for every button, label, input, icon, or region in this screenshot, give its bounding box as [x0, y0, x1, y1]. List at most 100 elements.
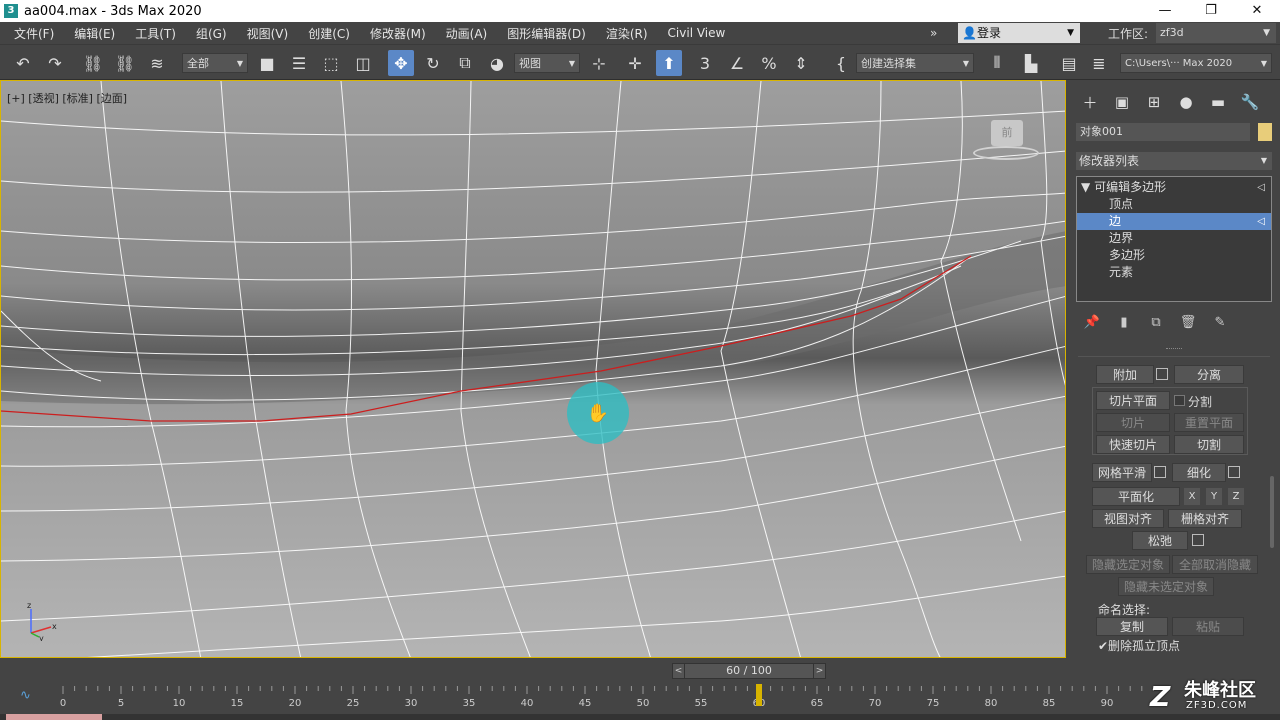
- object-name-field[interactable]: 对象001: [1076, 123, 1250, 141]
- percent-snap-icon[interactable]: %: [756, 50, 782, 76]
- menu-create[interactable]: 创建(C): [298, 25, 360, 42]
- stack-item-element[interactable]: 元素: [1077, 264, 1271, 281]
- stack-item-border[interactable]: 边界: [1077, 230, 1271, 247]
- relax-button[interactable]: 松弛: [1132, 531, 1188, 550]
- menu-rendering[interactable]: 渲染(R): [596, 25, 658, 42]
- track-bar[interactable]: 051015202530354045505560657075808590: [60, 686, 1160, 712]
- snaps-toggle-icon[interactable]: 3: [692, 50, 718, 76]
- workspace-dropdown[interactable]: zf3d ▼: [1156, 23, 1276, 43]
- command-panel-scrollbar[interactable]: [1270, 476, 1274, 548]
- make-planar-button[interactable]: 平面化: [1092, 487, 1180, 506]
- playhead[interactable]: [756, 684, 762, 706]
- curve-editor-icon[interactable]: ∿: [20, 688, 31, 703]
- redo-icon[interactable]: ↷: [42, 50, 68, 76]
- meshsmooth-settings-icon[interactable]: [1154, 466, 1166, 478]
- menu-group[interactable]: 组(G): [186, 25, 237, 42]
- meshsmooth-button[interactable]: 网格平滑: [1092, 463, 1152, 482]
- planar-y-button[interactable]: Y: [1206, 488, 1222, 505]
- window-crossing-icon[interactable]: ◫: [350, 50, 376, 76]
- remove-modifier-icon[interactable]: 🗑: [1172, 312, 1204, 332]
- time-slider[interactable]: < 60 / 100 >: [672, 663, 826, 679]
- perspective-viewport[interactable]: [+] [透视] [标准] [边面] 前 ✋ z x y: [0, 80, 1066, 658]
- previous-frame-button[interactable]: <: [673, 664, 685, 678]
- menu-modifiers[interactable]: 修改器(M): [360, 25, 436, 42]
- close-button[interactable]: ✕: [1234, 0, 1280, 22]
- unlink-icon[interactable]: ⛓: [112, 50, 138, 76]
- place-icon[interactable]: ◕: [484, 50, 510, 76]
- angle-snap-icon[interactable]: ∠: [724, 50, 750, 76]
- motion-tab-icon[interactable]: ●: [1170, 90, 1202, 114]
- pin-stack-icon[interactable]: 📌: [1076, 312, 1108, 332]
- next-frame-button[interactable]: >: [813, 664, 825, 678]
- named-selection-dropdown[interactable]: 创建选择集 ▼: [856, 53, 974, 73]
- show-end-result-icon[interactable]: ▮: [1108, 312, 1140, 332]
- bind-space-warp-icon[interactable]: ≋: [144, 50, 170, 76]
- quickslice-button[interactable]: 快速切片: [1096, 435, 1170, 454]
- menu-more-button[interactable]: »: [924, 26, 943, 40]
- undo-icon[interactable]: ↶: [10, 50, 36, 76]
- modifier-list-dropdown[interactable]: 修改器列表 ▼: [1076, 152, 1272, 170]
- slice-plane-button[interactable]: 切片平面: [1096, 391, 1170, 410]
- scene-explorer-icon[interactable]: ▤: [1056, 50, 1082, 76]
- project-path-dropdown[interactable]: C:\Users\··· Max 2020 ▼: [1120, 53, 1272, 73]
- maxscript-listener-strip[interactable]: [6, 714, 102, 720]
- rotate-icon[interactable]: ↻: [420, 50, 446, 76]
- display-tab-icon[interactable]: ▬: [1202, 90, 1234, 114]
- viewport-label[interactable]: [+] [透视] [标准] [边面]: [7, 90, 127, 106]
- planar-z-button[interactable]: Z: [1228, 488, 1244, 505]
- paste-button[interactable]: 粘贴: [1172, 617, 1244, 636]
- cut-button[interactable]: 切割: [1174, 435, 1244, 454]
- viewcube-face-front[interactable]: 前: [991, 120, 1023, 146]
- select-object-icon[interactable]: ■: [254, 50, 280, 76]
- mirror-icon[interactable]: ⫴: [984, 50, 1010, 76]
- view-align-button[interactable]: 视图对齐: [1092, 509, 1164, 528]
- menu-graph-editors[interactable]: 图形编辑器(D): [497, 25, 596, 42]
- viewcube[interactable]: 前: [971, 118, 1041, 164]
- select-manipulate-icon[interactable]: ✛: [622, 50, 648, 76]
- create-tab-icon[interactable]: ＋: [1074, 90, 1106, 114]
- hide-selected-button[interactable]: 隐藏选定对象: [1086, 555, 1170, 574]
- attach-settings-icon[interactable]: [1156, 368, 1168, 380]
- split-checkbox[interactable]: [1174, 395, 1185, 406]
- stack-item-editable-poly[interactable]: ▼ 可编辑多边形 ◁: [1077, 179, 1271, 196]
- object-color-swatch[interactable]: [1258, 123, 1272, 141]
- stack-item-vertex[interactable]: 顶点: [1077, 196, 1271, 213]
- login-dropdown[interactable]: 👤登录 ▼: [958, 23, 1080, 43]
- scale-icon[interactable]: ⧉: [452, 50, 478, 76]
- menu-tools[interactable]: 工具(T): [125, 25, 186, 42]
- menu-civil-view[interactable]: Civil View: [658, 26, 736, 40]
- menu-edit[interactable]: 编辑(E): [64, 25, 125, 42]
- utilities-tab-icon[interactable]: 🔧: [1234, 90, 1266, 114]
- make-unique-icon[interactable]: ⧉: [1140, 312, 1172, 332]
- minimize-button[interactable]: —: [1142, 0, 1188, 22]
- rollout-drag-handle[interactable]: [1166, 348, 1182, 350]
- menu-views[interactable]: 视图(V): [237, 25, 299, 42]
- hierarchy-tab-icon[interactable]: ⊞: [1138, 90, 1170, 114]
- link-icon[interactable]: ⛓: [80, 50, 106, 76]
- pivot-center-icon[interactable]: ⊹: [586, 50, 612, 76]
- menu-animation[interactable]: 动画(A): [436, 25, 498, 42]
- reset-plane-button[interactable]: 重置平面: [1174, 413, 1244, 432]
- edit-named-selection-icon[interactable]: {: [828, 50, 854, 76]
- unhide-all-button[interactable]: 全部取消隐藏: [1172, 555, 1258, 574]
- viewcube-ring[interactable]: [973, 146, 1039, 160]
- rect-selection-icon[interactable]: ⬚: [318, 50, 344, 76]
- spinner-snap-icon[interactable]: ⇕: [788, 50, 814, 76]
- detach-button[interactable]: 分离: [1174, 365, 1244, 384]
- copy-button[interactable]: 复制: [1096, 617, 1168, 636]
- reference-coord-dropdown[interactable]: 视图 ▼: [514, 53, 580, 73]
- menu-file[interactable]: 文件(F): [0, 25, 64, 42]
- align-icon[interactable]: ▙: [1018, 50, 1044, 76]
- attach-button[interactable]: 附加: [1096, 365, 1154, 384]
- layer-explorer-icon[interactable]: ≣: [1086, 50, 1112, 76]
- selection-filter-dropdown[interactable]: 全部 ▼: [182, 53, 248, 73]
- tessellate-settings-icon[interactable]: [1228, 466, 1240, 478]
- configure-modifier-sets-icon[interactable]: ✎: [1204, 312, 1236, 332]
- keyboard-shortcut-override-icon[interactable]: ⬆: [656, 50, 682, 76]
- select-by-name-icon[interactable]: ☰: [286, 50, 312, 76]
- planar-x-button[interactable]: X: [1184, 488, 1200, 505]
- tessellate-button[interactable]: 细化: [1172, 463, 1226, 482]
- modify-tab-icon[interactable]: ▣: [1106, 90, 1138, 114]
- relax-settings-icon[interactable]: [1192, 534, 1204, 546]
- stack-item-edge[interactable]: 边 ◁: [1077, 213, 1271, 230]
